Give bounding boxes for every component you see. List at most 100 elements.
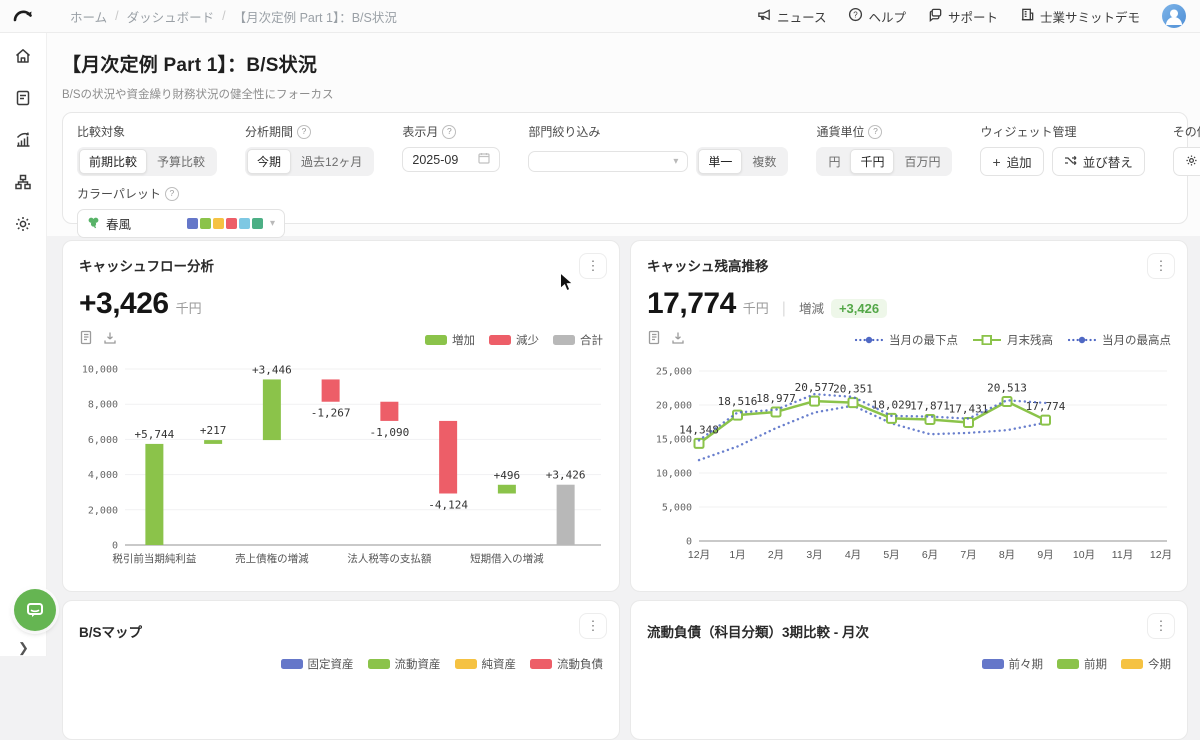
svg-text:18,516: 18,516 (718, 395, 758, 408)
analytics-icon[interactable] (13, 130, 33, 150)
currency-thousand-yen[interactable]: 千円 (850, 149, 894, 174)
breadcrumb-home[interactable]: ホーム (70, 7, 107, 26)
balance-line-chart: 05,00010,00015,00020,00025,00012月1月2月3月4… (647, 353, 1171, 590)
page-title: 【月次定例 Part 1】：B/S状況 (62, 50, 317, 77)
shuffle-icon (1064, 155, 1077, 169)
svg-text:5月: 5月 (883, 549, 899, 561)
svg-text:20,351: 20,351 (833, 383, 873, 396)
add-widget-button[interactable]: + 追加 (980, 147, 1043, 176)
user-avatar[interactable] (1162, 4, 1186, 28)
navbar-right: ニュース ? ヘルプ サポート 士業サミットデモ (757, 4, 1186, 28)
cashflow-amount: +3,426 (79, 287, 169, 321)
svg-text:20,577: 20,577 (795, 381, 835, 394)
plus-icon: + (992, 154, 1000, 170)
period-option-current[interactable]: 今期 (247, 149, 291, 174)
memo-icon[interactable] (79, 330, 93, 350)
svg-text:20,000: 20,000 (656, 401, 692, 412)
news-link[interactable]: ニュース (757, 7, 826, 26)
cashflow-legend: 増加減少合計 (425, 332, 603, 348)
download-icon[interactable] (671, 331, 685, 350)
currency-yen[interactable]: 円 (818, 149, 850, 174)
left-sidebar (0, 32, 47, 656)
support-link[interactable]: サポート (928, 7, 998, 26)
svg-text:12月: 12月 (688, 549, 710, 561)
svg-text:-1,090: -1,090 (370, 426, 410, 439)
chat-icon (928, 7, 943, 25)
chat-widget-button[interactable] (14, 589, 56, 631)
cashflow-unit: 千円 (176, 298, 202, 317)
help-link[interactable]: ? ヘルプ (848, 7, 906, 26)
legend-item: 減少 (489, 332, 539, 348)
svg-text:10月: 10月 (1073, 549, 1095, 561)
svg-text:-1,267: -1,267 (311, 407, 351, 420)
balance-unit: 千円 (743, 298, 769, 317)
legend-item: 前期 (1057, 656, 1107, 672)
mode-multi[interactable]: 複数 (742, 149, 786, 174)
svg-text:+496: +496 (494, 469, 521, 482)
sitemap-icon[interactable] (13, 172, 33, 192)
svg-text:11月: 11月 (1112, 549, 1133, 561)
help-icon[interactable]: ? (442, 125, 456, 139)
svg-text:法人税等の支払額: 法人税等の支払額 (347, 552, 431, 565)
svg-text:1月: 1月 (729, 549, 745, 561)
breadcrumb-dashboard[interactable]: ダッシュボード (127, 7, 215, 26)
period-option-12m[interactable]: 過去12ヶ月 (291, 149, 372, 174)
document-icon[interactable] (13, 88, 33, 108)
display-month-input[interactable]: 2025-09 (402, 147, 500, 172)
currency-million-yen[interactable]: 百万円 (894, 149, 950, 174)
megaphone-icon (757, 7, 772, 25)
page-subtitle: B/Sの状況や資金繰り財務状況の健全性にフォーカス (62, 86, 334, 102)
compare-option-prev[interactable]: 前期比較 (79, 149, 147, 174)
svg-text:4月: 4月 (845, 549, 861, 561)
reorder-widgets-button[interactable]: 並び替え (1052, 147, 1145, 176)
svg-text:+3,426: +3,426 (546, 469, 586, 482)
bsmap-menu-button[interactable]: ⋮ (579, 613, 607, 639)
svg-text:2,000: 2,000 (88, 505, 118, 516)
balance-menu-button[interactable]: ⋮ (1147, 253, 1175, 279)
legend-item: 当月の最高点 (1067, 332, 1171, 348)
legend-item: 月末残高 (972, 332, 1053, 348)
liabilities-menu-button[interactable]: ⋮ (1147, 613, 1175, 639)
settings-button[interactable]: 設定 (1173, 147, 1200, 176)
svg-text:8月: 8月 (999, 549, 1015, 561)
help-icon[interactable]: ? (297, 125, 311, 139)
bs-map-card: B/Sマップ ⋮ 固定資産流動資産純資産流動負債 (62, 600, 620, 740)
cashflow-menu-button[interactable]: ⋮ (579, 253, 607, 279)
bsmap-card-title: B/Sマップ (79, 621, 603, 641)
legend-item: 流動負債 (530, 656, 603, 672)
widget-management: ウィジェット管理 + 追加 並び替え (980, 123, 1144, 176)
help-icon[interactable]: ? (165, 187, 179, 201)
home-icon[interactable] (13, 46, 33, 66)
svg-text:?: ? (854, 10, 859, 19)
svg-text:20,513: 20,513 (987, 382, 1027, 395)
settings-icon[interactable] (13, 214, 33, 234)
svg-text:売上債権の増減: 売上債権の増減 (235, 552, 309, 565)
help-icon[interactable]: ? (868, 125, 882, 139)
palette-swatches (187, 218, 263, 229)
cashflow-card-title: キャッシュフロー分析 (79, 255, 603, 275)
memo-icon[interactable] (647, 330, 661, 350)
download-icon[interactable] (103, 331, 117, 350)
clover-icon (87, 216, 100, 232)
svg-text:10,000: 10,000 (656, 469, 692, 480)
legend-item: 合計 (553, 332, 603, 348)
liabilities-card: 流動負債（科目分類）3期比較 - 月次 ⋮ 前々期前期今期 (630, 600, 1188, 740)
filter-period: 分析期間? 今期 過去12ヶ月 (245, 123, 374, 176)
currency-toggle: 円 千円 百万円 (816, 147, 952, 176)
sidebar-expand-chevron[interactable]: ❯ (18, 640, 29, 656)
filter-department: 部門絞り込み ▾ 単一 複数 (528, 123, 788, 176)
calendar-icon (478, 152, 490, 167)
mode-single[interactable]: 単一 (698, 149, 742, 174)
svg-text:-4,124: -4,124 (428, 499, 468, 512)
legend-item: 流動資産 (368, 656, 441, 672)
svg-text:17,871: 17,871 (910, 399, 950, 412)
palette-select[interactable]: 春風 ▾ (77, 209, 285, 238)
tenant-link[interactable]: 士業サミットデモ (1020, 7, 1140, 26)
svg-text:6月: 6月 (922, 549, 938, 561)
legend-item: 前々期 (982, 656, 1044, 672)
legend-item: 増加 (425, 332, 475, 348)
app-logo-icon[interactable] (12, 7, 34, 25)
svg-text:5,000: 5,000 (662, 503, 692, 514)
department-select[interactable]: ▾ (528, 151, 688, 172)
compare-option-budget[interactable]: 予算比較 (147, 149, 215, 174)
